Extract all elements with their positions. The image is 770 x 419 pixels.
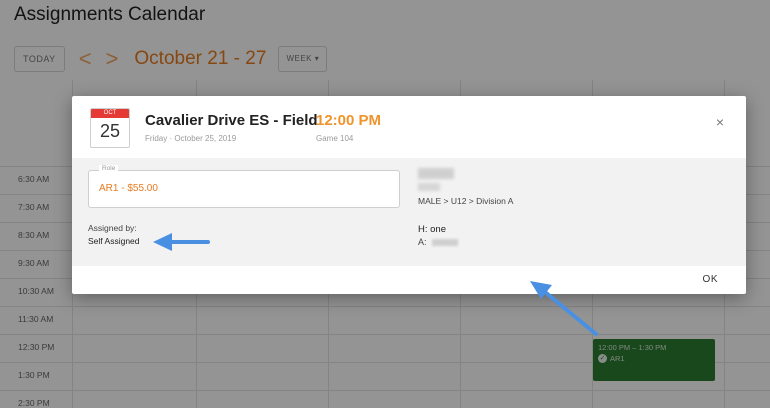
field-name: Cavalier Drive ES - Field bbox=[145, 112, 318, 129]
event-date: Friday · October 25, 2019 bbox=[145, 134, 237, 143]
redacted-text bbox=[418, 168, 454, 179]
dialog-footer: OK bbox=[72, 266, 746, 294]
role-field[interactable]: Role AR1 - $55.00 bbox=[88, 165, 400, 208]
dialog-header: OCT 25 Cavalier Drive ES - Field Friday … bbox=[72, 96, 746, 158]
assigned-by-label: Assigned by: bbox=[88, 223, 137, 233]
event-start-time: 12:00 PM bbox=[316, 112, 382, 129]
away-team-prefix: A: bbox=[418, 237, 427, 247]
ok-button[interactable]: OK bbox=[703, 274, 718, 285]
home-team: H: one bbox=[418, 224, 446, 235]
date-badge-month: OCT bbox=[91, 109, 129, 118]
game-number: Game 104 bbox=[316, 134, 354, 143]
dialog-body: Role AR1 - $55.00 MALE > U12 > Division … bbox=[72, 158, 746, 266]
role-field-label: Role bbox=[99, 165, 119, 172]
date-badge-day: 25 bbox=[99, 121, 121, 141]
division-path: MALE > U12 > Division A bbox=[418, 196, 514, 206]
assignment-detail-dialog: OCT 25 Cavalier Drive ES - Field Friday … bbox=[72, 96, 746, 294]
close-icon[interactable]: × bbox=[716, 114, 724, 130]
date-badge: OCT 25 bbox=[90, 108, 130, 148]
redacted-text bbox=[431, 238, 458, 246]
role-field-value: AR1 - $55.00 bbox=[99, 183, 158, 194]
away-team: A: bbox=[418, 237, 458, 247]
assigned-by-value: Self Assigned bbox=[88, 236, 140, 246]
redacted-text bbox=[418, 183, 440, 191]
